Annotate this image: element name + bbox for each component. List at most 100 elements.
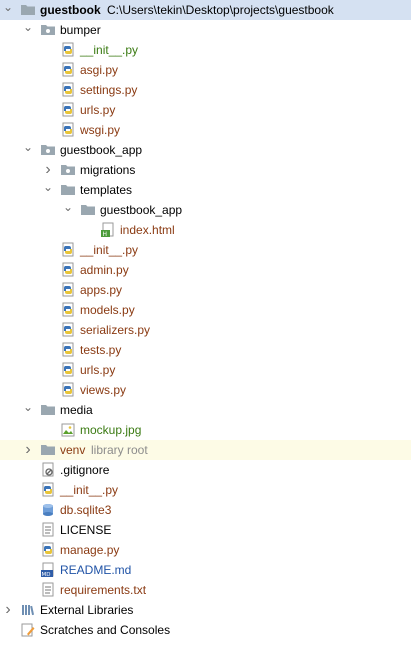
ignore-file-icon (40, 460, 56, 480)
tree-item-label: .gitignore (60, 463, 110, 477)
python-file-icon (40, 480, 56, 500)
tree-item-label: External Libraries (40, 603, 134, 617)
tree-item-label: asgi.py (80, 63, 119, 77)
tree-row[interactable]: views.py (0, 380, 411, 400)
folder-icon (20, 0, 36, 20)
tree-item-label: apps.py (80, 283, 123, 297)
tree-row[interactable]: mockup.jpg (0, 420, 411, 440)
tree-item-label: urls.py (80, 103, 116, 117)
python-file-icon (60, 280, 76, 300)
python-file-icon (60, 380, 76, 400)
python-file-icon (40, 540, 56, 560)
tree-row[interactable]: admin.py (0, 260, 411, 280)
chevron-right-icon[interactable]: › (42, 160, 54, 180)
python-file-icon (60, 80, 76, 100)
python-file-icon (60, 60, 76, 80)
chevron-right-icon[interactable]: › (2, 600, 14, 620)
tree-row[interactable]: ⌄ templates (0, 180, 411, 200)
folder-icon (40, 440, 56, 460)
tree-item-label: db.sqlite3 (60, 503, 112, 517)
package-folder-icon (60, 160, 76, 180)
markdown-file-icon: MD (40, 560, 56, 580)
tree-item-label: media (60, 403, 93, 417)
python-file-icon (60, 260, 76, 280)
tree-item-label: __init__.py (80, 243, 139, 257)
tree-row[interactable]: __init__.py (0, 480, 411, 500)
chevron-down-icon[interactable]: ⌄ (22, 20, 34, 40)
tree-item-label: __init__.py (80, 43, 139, 57)
tree-row[interactable]: __init__.py (0, 240, 411, 260)
tree-row[interactable]: ⌄ bumper (0, 20, 411, 40)
scratches-icon (20, 620, 36, 640)
svg-text:H: H (103, 231, 108, 238)
project-path: C:\Users\tekin\Desktop\projects\guestboo… (107, 3, 334, 17)
python-file-icon (60, 360, 76, 380)
tree-row[interactable]: serializers.py (0, 320, 411, 340)
library-root-hint: library root (91, 443, 148, 457)
tree-item-label: Scratches and Consoles (40, 623, 171, 637)
python-file-icon (60, 320, 76, 340)
tree-row[interactable]: models.py (0, 300, 411, 320)
tree-row[interactable]: › External Libraries (0, 600, 411, 620)
chevron-down-icon[interactable]: ⌄ (22, 140, 34, 160)
chevron-down-icon[interactable]: ⌄ (42, 180, 54, 200)
tree-item-label: index.html (120, 223, 175, 237)
tree-item-label: manage.py (60, 543, 120, 557)
tree-item-label: __init__.py (60, 483, 119, 497)
tree-row[interactable]: requirements.txt (0, 580, 411, 600)
tree-item-label: templates (80, 183, 133, 197)
tree-row[interactable]: .gitignore (0, 460, 411, 480)
svg-text:MD: MD (42, 572, 51, 578)
chevron-down-icon[interactable]: ⌄ (62, 200, 74, 220)
tree-row[interactable]: settings.py (0, 80, 411, 100)
tree-row[interactable]: urls.py (0, 100, 411, 120)
tree-row[interactable]: ⌄ media (0, 400, 411, 420)
project-tree: ⌄ guestbook C:\Users\tekin\Desktop\project… (0, 0, 411, 650)
tree-row[interactable]: apps.py (0, 280, 411, 300)
folder-icon (60, 180, 76, 200)
tree-row[interactable]: Scratches and Consoles (0, 620, 411, 640)
chevron-down-icon[interactable]: ⌄ (2, 0, 14, 20)
tree-item-label: urls.py (80, 363, 116, 377)
tree-row[interactable]: Hindex.html (0, 220, 411, 240)
html-file-icon: H (100, 220, 116, 240)
tree-item-label: guestbook_app (60, 143, 143, 157)
tree-item-label: bumper (60, 23, 101, 37)
python-file-icon (60, 40, 76, 60)
database-file-icon (40, 500, 56, 520)
tree-item-label: LICENSE (60, 523, 112, 537)
tree-item-label: guestbook_app (100, 203, 183, 217)
python-file-icon (60, 120, 76, 140)
tree-row[interactable]: LICENSE (0, 520, 411, 540)
tree-item-label: views.py (80, 383, 127, 397)
text-file-icon (40, 580, 56, 600)
tree-item-label: admin.py (80, 263, 129, 277)
tree-row[interactable]: db.sqlite3 (0, 500, 411, 520)
folder-icon (80, 200, 96, 220)
tree-row[interactable]: › migrations (0, 160, 411, 180)
tree-row[interactable]: ⌄ guestbook C:\Users\tekin\Desktop\project… (0, 0, 411, 20)
python-file-icon (60, 340, 76, 360)
tree-item-label: models.py (80, 303, 135, 317)
chevron-down-icon[interactable]: ⌄ (22, 400, 34, 420)
tree-row[interactable]: › venv library root (0, 440, 411, 460)
tree-item-label: serializers.py (80, 323, 151, 337)
tree-row[interactable]: manage.py (0, 540, 411, 560)
tree-row[interactable]: ⌄ guestbook_app (0, 140, 411, 160)
libraries-icon (20, 600, 36, 620)
tree-row[interactable]: urls.py (0, 360, 411, 380)
tree-row[interactable]: tests.py (0, 340, 411, 360)
chevron-right-icon[interactable]: › (22, 440, 34, 460)
tree-item-label: guestbook (40, 3, 101, 17)
image-file-icon (60, 420, 76, 440)
tree-item-label: mockup.jpg (80, 423, 142, 437)
tree-item-label: wsgi.py (80, 123, 121, 137)
tree-item-label: requirements.txt (60, 583, 147, 597)
tree-item-label: README.md (60, 563, 132, 577)
tree-row[interactable]: wsgi.py (0, 120, 411, 140)
tree-row[interactable]: MD README.md (0, 560, 411, 580)
tree-row[interactable]: ⌄ guestbook_app (0, 200, 411, 220)
tree-row[interactable]: __init__.py (0, 40, 411, 60)
tree-row[interactable]: asgi.py (0, 60, 411, 80)
package-folder-icon (40, 140, 56, 160)
